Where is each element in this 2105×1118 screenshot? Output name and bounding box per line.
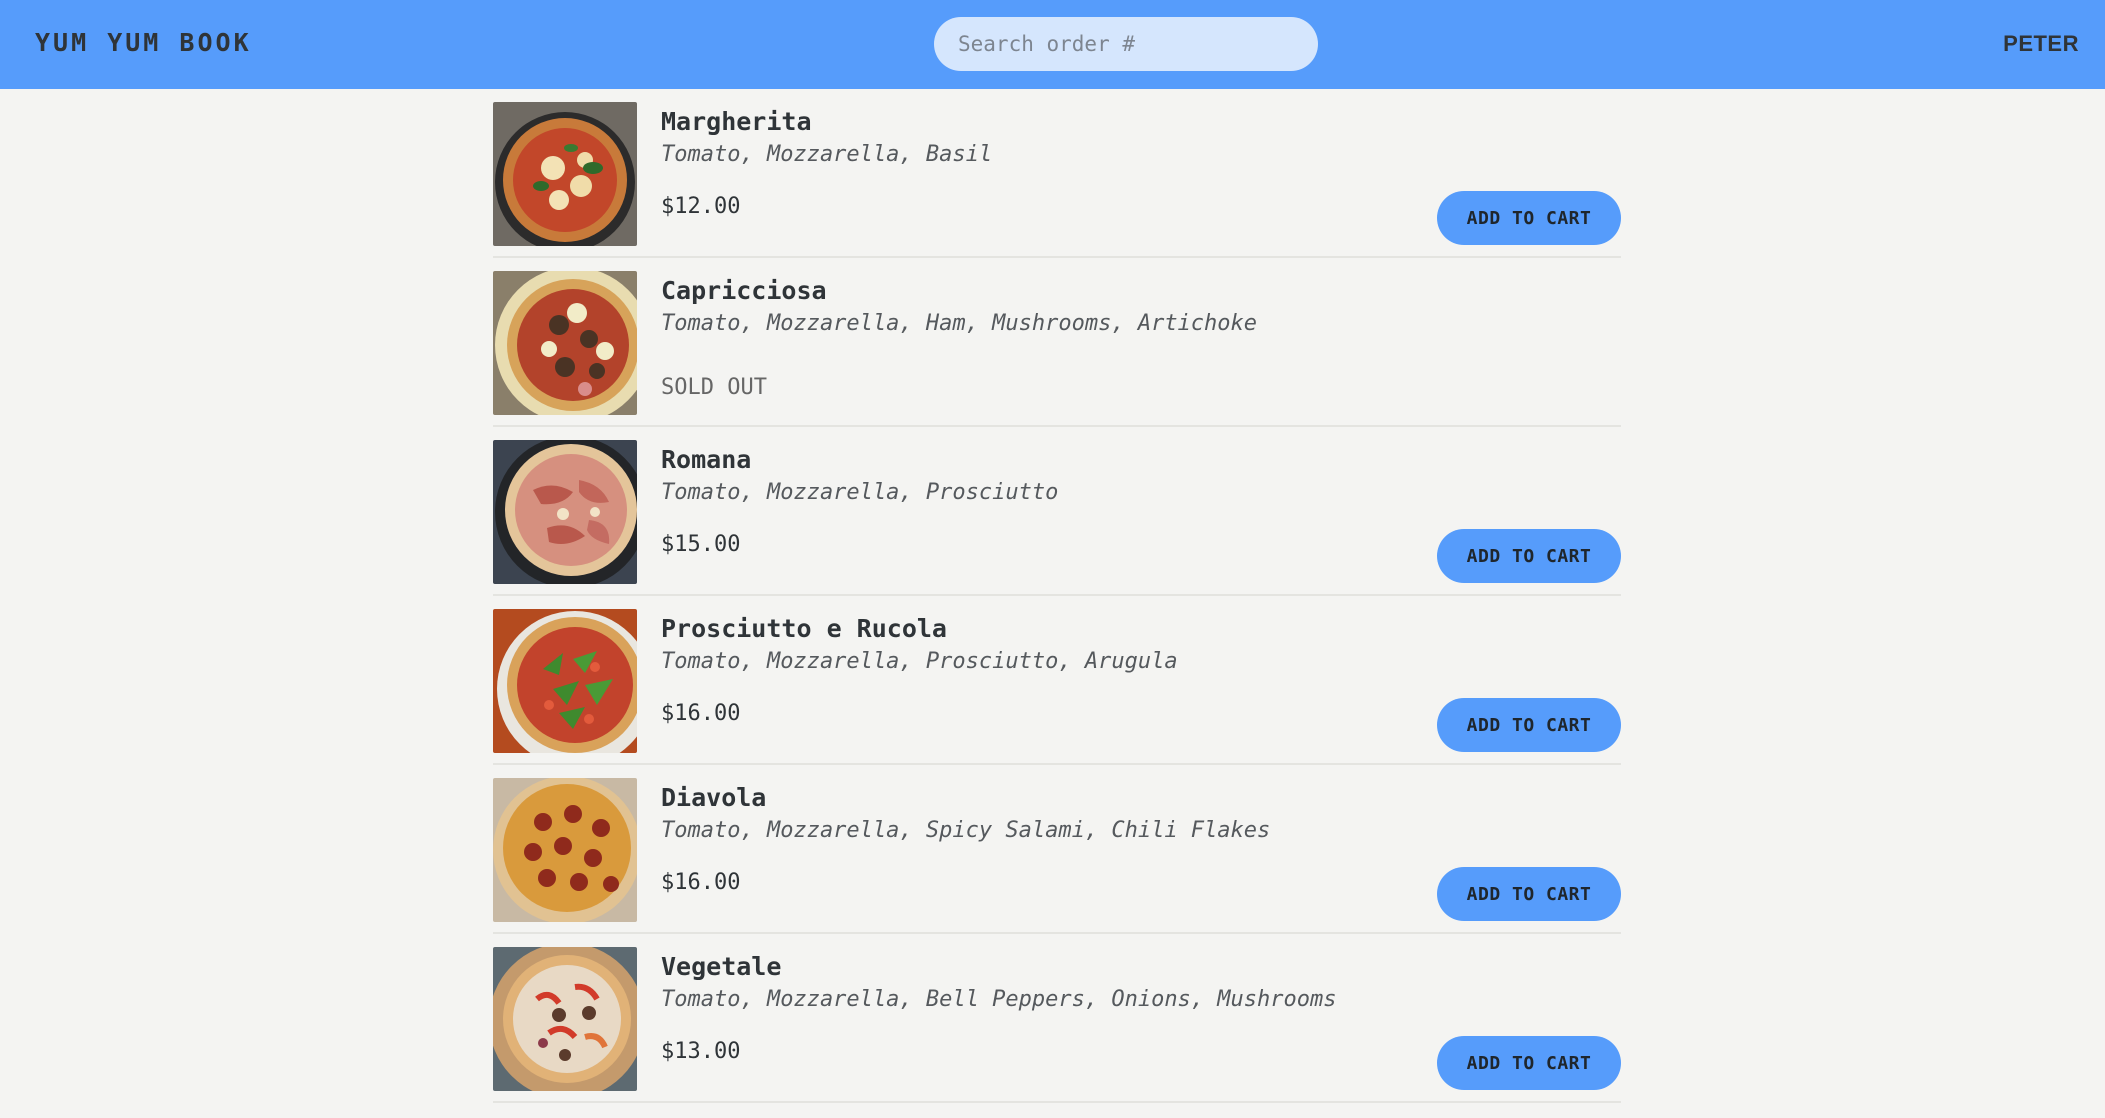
item-ingredients: Tomato, Mozzarella, Prosciutto, Arugula bbox=[661, 649, 1178, 674]
item-price: $12.00 bbox=[661, 194, 741, 219]
add-to-cart-button[interactable]: ADD TO CART bbox=[1437, 529, 1621, 583]
pizza-prosciutto-rucola-photo bbox=[493, 609, 637, 753]
add-to-cart-button[interactable]: ADD TO CART bbox=[1437, 191, 1621, 245]
item-name: Capricciosa bbox=[661, 276, 827, 305]
item-name: Diavola bbox=[661, 783, 767, 812]
menu-item: Margherita Tomato, Mozzarella, Basil $12… bbox=[493, 89, 1621, 258]
menu-item: Diavola Tomato, Mozzarella, Spicy Salami… bbox=[493, 765, 1621, 934]
menu-list: Margherita Tomato, Mozzarella, Basil $12… bbox=[493, 89, 1621, 1103]
menu-item: Romana Tomato, Mozzarella, Prosciutto $1… bbox=[493, 427, 1621, 596]
order-search-input[interactable] bbox=[934, 17, 1318, 71]
item-price: $15.00 bbox=[661, 532, 741, 557]
pizza-capricciosa-photo bbox=[493, 271, 637, 415]
item-price: $16.00 bbox=[661, 870, 741, 895]
item-ingredients: Tomato, Mozzarella, Spicy Salami, Chili … bbox=[661, 818, 1271, 843]
sold-out-label: SOLD OUT bbox=[661, 375, 767, 400]
menu-item: Prosciutto e Rucola Tomato, Mozzarella, … bbox=[493, 596, 1621, 765]
item-name: Prosciutto e Rucola bbox=[661, 614, 947, 643]
item-ingredients: Tomato, Mozzarella, Bell Peppers, Onions… bbox=[661, 987, 1337, 1012]
item-name: Vegetale bbox=[661, 952, 782, 981]
add-to-cart-button[interactable]: ADD TO CART bbox=[1437, 698, 1621, 752]
app-header: YUM YUM BOOK PETER bbox=[0, 0, 2105, 89]
pizza-margherita-photo bbox=[493, 102, 637, 246]
item-ingredients: Tomato, Mozzarella, Prosciutto bbox=[661, 480, 1059, 505]
item-ingredients: Tomato, Mozzarella, Basil bbox=[661, 142, 993, 167]
menu-item: Vegetale Tomato, Mozzarella, Bell Pepper… bbox=[493, 934, 1621, 1103]
item-ingredients: Tomato, Mozzarella, Ham, Mushrooms, Arti… bbox=[661, 311, 1258, 336]
menu-items: Margherita Tomato, Mozzarella, Basil $12… bbox=[493, 89, 1621, 1103]
item-price: $16.00 bbox=[661, 701, 741, 726]
item-name: Romana bbox=[661, 445, 752, 474]
item-name: Margherita bbox=[661, 107, 812, 136]
app-logo[interactable]: YUM YUM BOOK bbox=[35, 28, 252, 57]
pizza-romana-photo bbox=[493, 440, 637, 584]
item-price: $13.00 bbox=[661, 1039, 741, 1064]
user-menu[interactable]: PETER bbox=[2003, 31, 2079, 57]
menu-item: Capricciosa Tomato, Mozzarella, Ham, Mus… bbox=[493, 258, 1621, 427]
add-to-cart-button[interactable]: ADD TO CART bbox=[1437, 1036, 1621, 1090]
pizza-vegetale-photo bbox=[493, 947, 637, 1091]
add-to-cart-button[interactable]: ADD TO CART bbox=[1437, 867, 1621, 921]
pizza-diavola-photo bbox=[493, 778, 637, 922]
